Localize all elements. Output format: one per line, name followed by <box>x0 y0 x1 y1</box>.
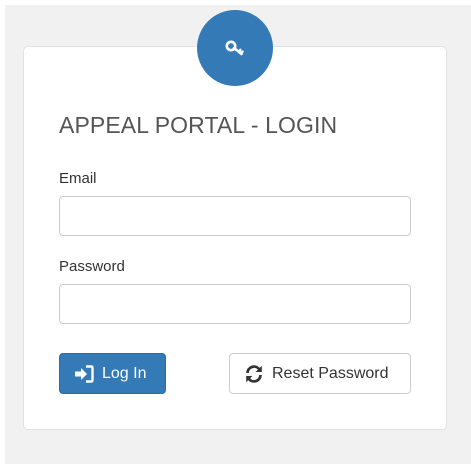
login-button[interactable]: Log In <box>59 353 166 394</box>
reset-password-button[interactable]: Reset Password <box>229 353 411 394</box>
sign-in-icon <box>74 364 94 383</box>
login-button-label: Log In <box>102 364 147 382</box>
page-title: APPEAL PORTAL - LOGIN <box>59 112 338 138</box>
password-label: Password <box>59 258 125 275</box>
login-page: APPEAL PORTAL - LOGIN Email Password Log… <box>0 0 471 464</box>
key-badge <box>197 10 273 86</box>
password-field[interactable] <box>59 284 411 324</box>
email-field[interactable] <box>59 196 411 236</box>
email-label: Email <box>59 170 97 187</box>
key-icon <box>224 37 246 59</box>
reset-password-label: Reset Password <box>272 364 389 382</box>
refresh-icon <box>244 364 264 384</box>
